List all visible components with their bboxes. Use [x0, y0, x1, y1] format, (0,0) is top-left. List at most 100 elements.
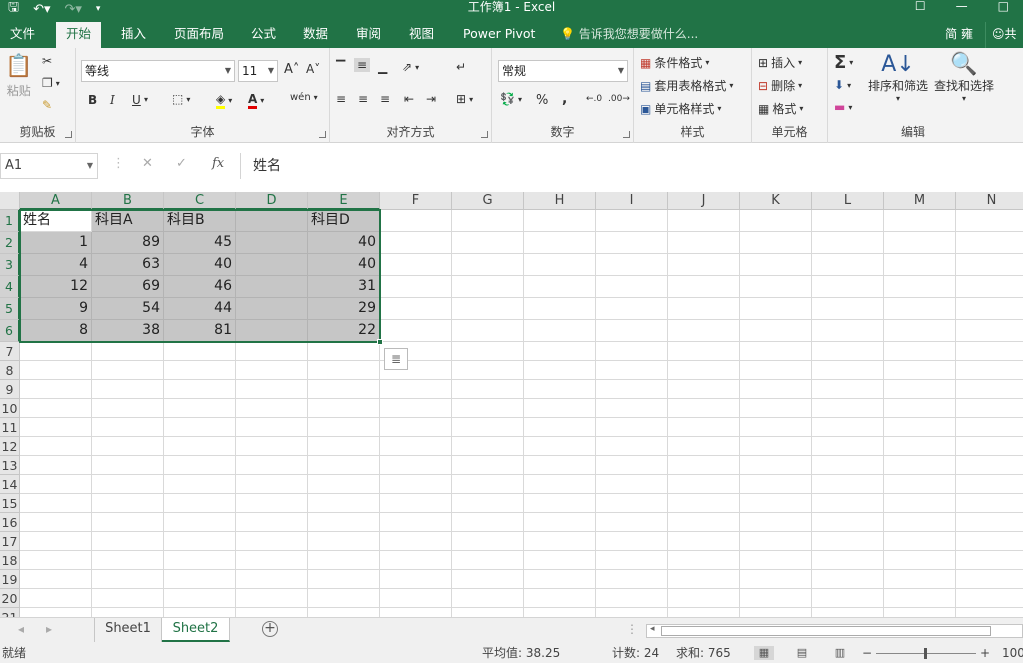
cell-k10[interactable] — [740, 399, 812, 418]
decrease-font-button[interactable]: A˅ — [306, 62, 320, 76]
cell-f14[interactable] — [380, 475, 452, 494]
cell-l3[interactable] — [812, 254, 884, 276]
cell-m7[interactable] — [884, 342, 956, 361]
cell-b8[interactable] — [92, 361, 164, 380]
cell-b4[interactable]: 69 — [92, 276, 164, 298]
cell-d2[interactable] — [236, 232, 308, 254]
cell-n17[interactable] — [956, 532, 1023, 551]
cell-b5[interactable]: 54 — [92, 298, 164, 320]
cell-h9[interactable] — [524, 380, 596, 399]
underline-dropdown-icon[interactable]: ▾ — [144, 95, 148, 104]
cell-n19[interactable] — [956, 570, 1023, 589]
comma-button[interactable]: , — [562, 91, 567, 107]
decrease-decimal-button[interactable]: .00→ — [608, 94, 630, 104]
phonetic-button[interactable]: wén ▾ — [290, 92, 318, 103]
column-header-n[interactable]: N — [956, 192, 1023, 210]
cell-m15[interactable] — [884, 494, 956, 513]
row-header-6[interactable]: 6 — [0, 320, 20, 342]
scroll-left-icon[interactable]: ◂ — [650, 624, 655, 634]
cell-c12[interactable] — [164, 437, 236, 456]
cell-g9[interactable] — [452, 380, 524, 399]
increase-indent-button[interactable]: ⇥ — [426, 92, 436, 106]
cell-c9[interactable] — [164, 380, 236, 399]
column-header-k[interactable]: K — [740, 192, 812, 210]
cell-k4[interactable] — [740, 276, 812, 298]
cell-b19[interactable] — [92, 570, 164, 589]
cell-m5[interactable] — [884, 298, 956, 320]
cell-e13[interactable] — [308, 456, 380, 475]
cell-d17[interactable] — [236, 532, 308, 551]
cell-i3[interactable] — [596, 254, 668, 276]
cell-l10[interactable] — [812, 399, 884, 418]
row-header-4[interactable]: 4 — [0, 276, 20, 298]
cell-k15[interactable] — [740, 494, 812, 513]
cell-b13[interactable] — [92, 456, 164, 475]
cell-m10[interactable] — [884, 399, 956, 418]
cell-n6[interactable] — [956, 320, 1023, 342]
cell-n13[interactable] — [956, 456, 1023, 475]
cell-a13[interactable] — [20, 456, 92, 475]
cell-c10[interactable] — [164, 399, 236, 418]
wrap-text-button[interactable]: ↵ — [456, 60, 466, 74]
zoom-slider-knob[interactable] — [924, 648, 927, 659]
cell-f15[interactable] — [380, 494, 452, 513]
cell-i18[interactable] — [596, 551, 668, 570]
prev-sheet-icon[interactable]: ◂ — [18, 622, 24, 636]
cell-c8[interactable] — [164, 361, 236, 380]
cell-m12[interactable] — [884, 437, 956, 456]
cell-g21[interactable] — [452, 608, 524, 617]
cell-d7[interactable] — [236, 342, 308, 361]
cell-c1[interactable]: 科目B — [164, 210, 236, 232]
cell-j12[interactable] — [668, 437, 740, 456]
cell-l9[interactable] — [812, 380, 884, 399]
cell-l21[interactable] — [812, 608, 884, 617]
cell-i6[interactable] — [596, 320, 668, 342]
cell-d19[interactable] — [236, 570, 308, 589]
cell-m1[interactable] — [884, 210, 956, 232]
cell-j2[interactable] — [668, 232, 740, 254]
column-header-g[interactable]: G — [452, 192, 524, 210]
cell-b9[interactable] — [92, 380, 164, 399]
cell-k18[interactable] — [740, 551, 812, 570]
fill-button[interactable]: ⬇ ▾ — [834, 78, 851, 92]
cell-m11[interactable] — [884, 418, 956, 437]
cell-f3[interactable] — [380, 254, 452, 276]
cell-m6[interactable] — [884, 320, 956, 342]
cell-c19[interactable] — [164, 570, 236, 589]
sheet-tab-sheet1[interactable]: Sheet1 — [94, 618, 162, 642]
cell-j20[interactable] — [668, 589, 740, 608]
cell-d12[interactable] — [236, 437, 308, 456]
row-header-20[interactable]: 20 — [0, 589, 20, 608]
tab-data[interactable]: 数据 — [293, 22, 338, 48]
cell-g17[interactable] — [452, 532, 524, 551]
cell-k16[interactable] — [740, 513, 812, 532]
cell-m9[interactable] — [884, 380, 956, 399]
align-left-button[interactable]: ≡ — [336, 92, 346, 106]
cell-l13[interactable] — [812, 456, 884, 475]
cell-n9[interactable] — [956, 380, 1023, 399]
row-header-18[interactable]: 18 — [0, 551, 20, 570]
cell-h8[interactable] — [524, 361, 596, 380]
cell-h20[interactable] — [524, 589, 596, 608]
cell-a11[interactable] — [20, 418, 92, 437]
increase-font-button[interactable]: A˄ — [284, 62, 299, 77]
row-header-2[interactable]: 2 — [0, 232, 20, 254]
cell-e20[interactable] — [308, 589, 380, 608]
cell-k20[interactable] — [740, 589, 812, 608]
cell-a18[interactable] — [20, 551, 92, 570]
cell-j5[interactable] — [668, 298, 740, 320]
cell-g7[interactable] — [452, 342, 524, 361]
cell-e10[interactable] — [308, 399, 380, 418]
maximize-icon[interactable]: □ — [998, 0, 1009, 12]
cell-a7[interactable] — [20, 342, 92, 361]
font-size-select[interactable]: 11 ▼ — [238, 60, 278, 82]
cell-e16[interactable] — [308, 513, 380, 532]
cell-i1[interactable] — [596, 210, 668, 232]
cell-n20[interactable] — [956, 589, 1023, 608]
cell-l12[interactable] — [812, 437, 884, 456]
cell-k1[interactable] — [740, 210, 812, 232]
cell-j13[interactable] — [668, 456, 740, 475]
percent-button[interactable]: % — [536, 93, 548, 108]
cell-j21[interactable] — [668, 608, 740, 617]
cell-m19[interactable] — [884, 570, 956, 589]
